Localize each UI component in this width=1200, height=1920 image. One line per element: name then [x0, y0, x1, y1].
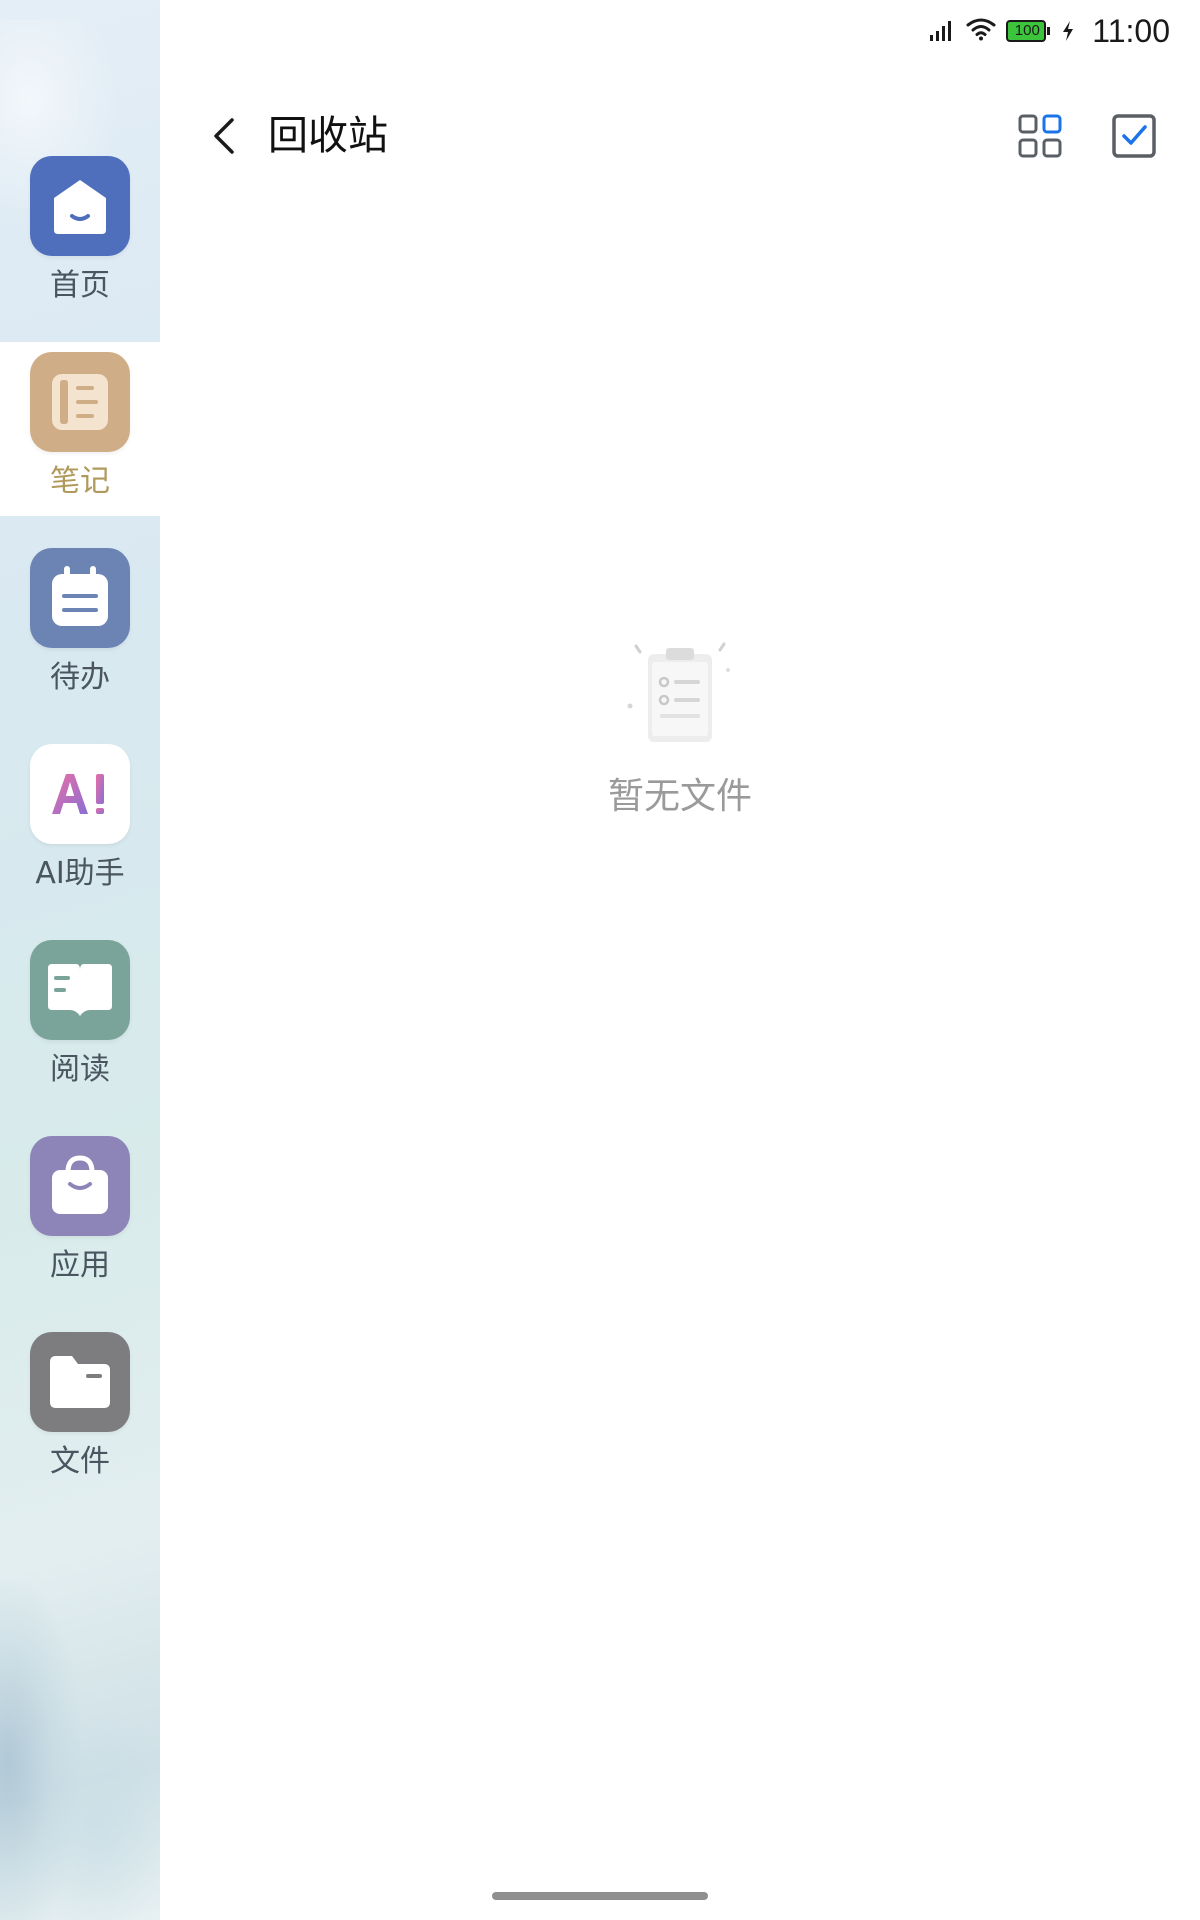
sidebar-item-home[interactable]: 首页 [0, 156, 160, 352]
bag-icon [30, 1136, 130, 1236]
home-indicator[interactable] [492, 1892, 708, 1900]
chevron-left-icon [214, 118, 234, 154]
sidebar: 首页 笔记 待办 AI助手 阅读 应用 文件 [0, 0, 160, 1920]
empty-clipboard-icon [627, 642, 730, 742]
select-button[interactable] [1110, 112, 1158, 160]
sidebar-item-label: 待办 [50, 660, 110, 695]
todo-icon [30, 548, 130, 648]
sidebar-item-apps[interactable]: 应用 [0, 1136, 160, 1332]
clock: 11:00 [1092, 12, 1170, 49]
sidebar-item-todo[interactable]: 待办 [0, 548, 160, 744]
empty-state-text: 暂无文件 [607, 776, 752, 817]
grid-icon [1018, 114, 1062, 158]
grid-view-button[interactable] [1016, 112, 1064, 160]
checkbox-icon [1112, 114, 1156, 158]
sidebar-item-notes[interactable]: 笔记 [0, 352, 160, 548]
battery-level: 100 [1014, 22, 1040, 39]
folder-icon [30, 1332, 130, 1432]
sidebar-item-reading[interactable]: 阅读 [0, 940, 160, 1136]
battery-icon: 100 [1006, 20, 1052, 42]
empty-state: 暂无文件 [560, 640, 800, 830]
sidebar-item-label: 首页 [50, 268, 110, 303]
sidebar-item-label: 文件 [50, 1444, 110, 1479]
back-button[interactable] [200, 108, 248, 164]
sidebar-item-label: AI助手 [35, 856, 125, 891]
sidebar-item-label: 笔记 [50, 464, 110, 499]
notebook-icon [30, 352, 130, 452]
sidebar-item-ai-assistant[interactable]: AI助手 [0, 744, 160, 940]
status-bar: 100 11:00 [930, 12, 1170, 49]
sidebar-item-files[interactable]: 文件 [0, 1332, 160, 1528]
page-title: 回收站 [268, 113, 388, 159]
sidebar-item-label: 阅读 [50, 1052, 110, 1087]
wifi-icon [966, 14, 996, 49]
sidebar-item-label: 应用 [50, 1248, 110, 1283]
charging-icon [1062, 14, 1074, 49]
signal-icon [930, 14, 956, 49]
home-icon [30, 156, 130, 256]
book-icon [30, 940, 130, 1040]
sidebar-decoration [30, 1700, 160, 1920]
ai-icon [30, 744, 130, 844]
